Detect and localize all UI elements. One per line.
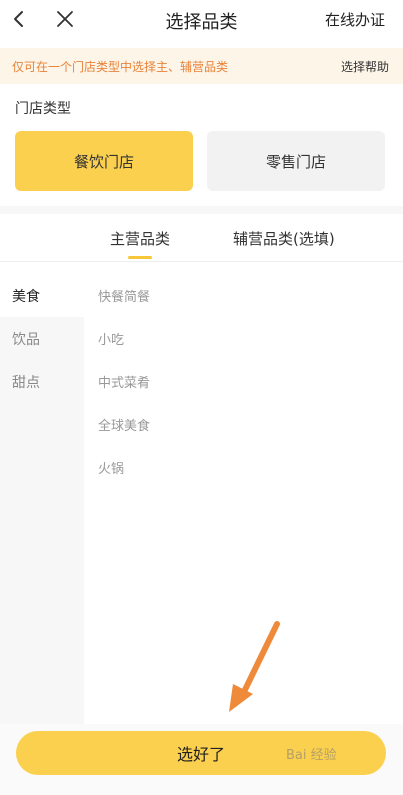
category-tabs: 主营品类 辅营品类(选填) (0, 214, 403, 262)
active-tab-indicator (128, 256, 152, 259)
list-item[interactable]: 小吃 (98, 329, 124, 348)
list-item[interactable]: 全球美食 (98, 415, 150, 434)
list-item[interactable]: 中式菜肴 (98, 372, 150, 391)
annotation-arrow-icon (229, 621, 280, 712)
notice-message: 仅可在一个门店类型中选择主、辅营品类 (12, 59, 229, 74)
category-sidebar: 美食 饮品 甜点 (0, 274, 84, 724)
list-item[interactable]: 火锅 (98, 458, 124, 477)
store-option-retail[interactable]: 零售门店 (207, 131, 385, 191)
selection-help-link[interactable]: 选择帮助 (341, 58, 389, 75)
notice-bar: 仅可在一个门店类型中选择主、辅营品类 选择帮助 (0, 48, 403, 84)
list-item[interactable]: 快餐简餐 (98, 286, 150, 305)
sidebar-item-desserts[interactable]: 甜点 (0, 360, 84, 403)
store-type-label: 门店类型 (15, 101, 71, 117)
online-certificate-link[interactable]: 在线办证 (325, 9, 385, 30)
watermark: Bai 经验 (286, 748, 337, 763)
tab-sub-category[interactable]: 辅营品类(选填) (233, 228, 335, 249)
chevron-left-icon[interactable] (8, 8, 28, 30)
store-option-restaurant[interactable]: 餐饮门店 (15, 131, 193, 191)
sidebar-item-food[interactable]: 美食 (0, 274, 84, 317)
tab-main-category[interactable]: 主营品类 (110, 228, 170, 249)
close-icon[interactable] (54, 8, 76, 30)
top-nav: 选择品类 在线办证 (0, 0, 403, 42)
sidebar-item-drinks[interactable]: 饮品 (0, 317, 84, 360)
section-divider (0, 206, 403, 214)
